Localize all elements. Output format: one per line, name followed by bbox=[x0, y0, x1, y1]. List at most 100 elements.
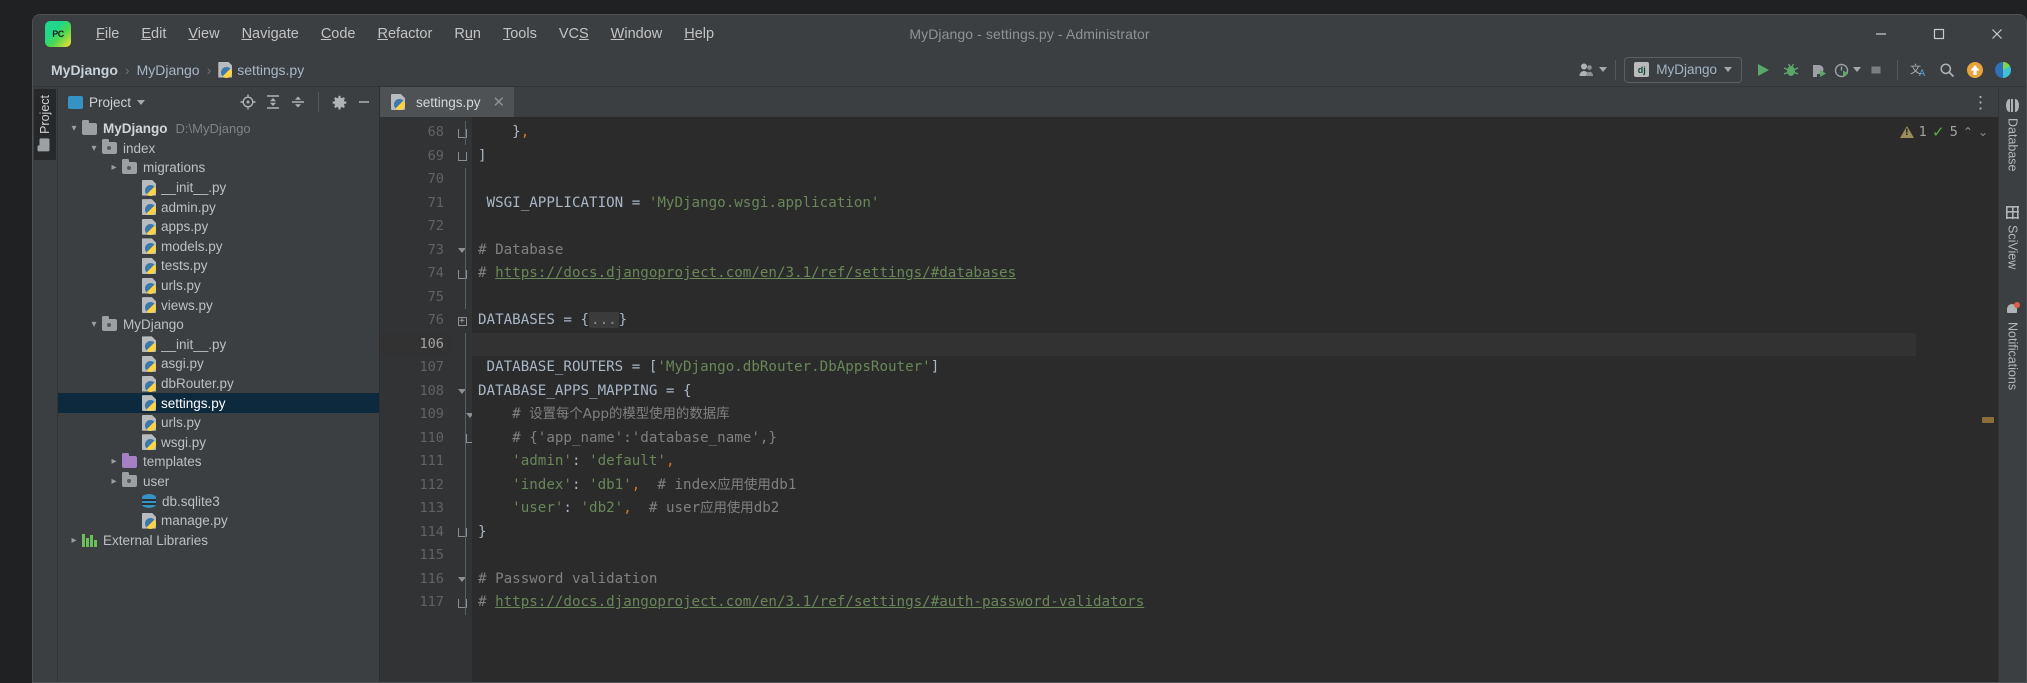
menu-item-vcs[interactable]: VCS bbox=[548, 22, 600, 46]
fold-marker[interactable] bbox=[452, 591, 472, 615]
code-line[interactable]: # {'app_name':'database_name',} bbox=[472, 427, 1916, 451]
menu-item-run[interactable]: Run bbox=[443, 22, 492, 46]
stop-icon[interactable] bbox=[1863, 57, 1889, 83]
tool-window-tab-notifications[interactable]: Notifications bbox=[2003, 299, 2023, 394]
code-line[interactable]: } bbox=[472, 521, 1916, 545]
fold-marker[interactable] bbox=[452, 285, 472, 309]
chevron-down-icon[interactable] bbox=[137, 99, 146, 105]
code-line[interactable]: 'index': 'db1', # index应用使用db1 bbox=[472, 474, 1916, 498]
tree-node-templates[interactable]: templates bbox=[58, 452, 379, 472]
tree-node-index[interactable]: index bbox=[58, 139, 379, 159]
code-line[interactable]: 'admin': 'default', bbox=[472, 450, 1916, 474]
tree-node-__init__-py[interactable]: __init__.py bbox=[58, 335, 379, 355]
tree-expand-arrow-icon[interactable] bbox=[106, 456, 122, 467]
fold-marker[interactable] bbox=[452, 356, 472, 380]
menu-item-code[interactable]: Code bbox=[310, 22, 367, 46]
tree-expand-arrow-icon[interactable] bbox=[86, 319, 102, 330]
tree-node-__init__-py[interactable]: __init__.py bbox=[58, 178, 379, 198]
code-line[interactable]: # https://docs.djangoproject.com/en/3.1/… bbox=[472, 262, 1916, 286]
tree-expand-arrow-icon[interactable] bbox=[106, 476, 122, 487]
locate-icon[interactable] bbox=[237, 91, 259, 113]
minimize-button[interactable] bbox=[1852, 15, 1910, 53]
menu-item-edit[interactable]: Edit bbox=[130, 22, 177, 46]
tree-node-external-libraries[interactable]: External Libraries bbox=[58, 530, 379, 550]
tool-window-tab-database[interactable]: Database bbox=[2003, 95, 2023, 176]
tree-node-settings-py[interactable]: settings.py bbox=[58, 393, 379, 413]
fold-marker[interactable] bbox=[452, 238, 472, 262]
line-number[interactable]: 116 bbox=[380, 568, 452, 592]
run-with-coverage-icon[interactable] bbox=[1806, 57, 1832, 83]
code-line[interactable] bbox=[472, 332, 1916, 356]
tree-node-db-sqlite3[interactable]: db.sqlite3 bbox=[58, 491, 379, 511]
inspection-widget[interactable]: 1 ✓ 5 ⌃ ⌄ bbox=[1899, 123, 1988, 141]
code-line[interactable] bbox=[472, 215, 1916, 239]
menu-item-window[interactable]: Window bbox=[600, 22, 674, 46]
tree-node-urls-py[interactable]: urls.py bbox=[58, 276, 379, 296]
line-number[interactable]: 107 bbox=[380, 356, 452, 380]
code-line[interactable]: DATABASE_ROUTERS = ['MyDjango.dbRouter.D… bbox=[472, 356, 1916, 380]
code-token-lnk[interactable]: https://docs.djangoproject.com/en/3.1/re… bbox=[495, 594, 1144, 610]
code-line[interactable]: 'user': 'db2', # user应用使用db2 bbox=[472, 497, 1916, 521]
fold-marker[interactable] bbox=[452, 544, 472, 568]
line-number[interactable]: 108 bbox=[380, 380, 452, 404]
tree-node-user[interactable]: user bbox=[58, 472, 379, 492]
breadcrumb-item-0[interactable]: MyDjango bbox=[51, 62, 118, 78]
tree-node-models-py[interactable]: models.py bbox=[58, 237, 379, 257]
line-number[interactable]: 74 bbox=[380, 262, 452, 286]
fold-marker[interactable] bbox=[452, 145, 472, 169]
close-button[interactable] bbox=[1968, 15, 2026, 53]
run-configuration-selector[interactable]: dj MyDjango bbox=[1624, 56, 1742, 83]
fold-marker[interactable] bbox=[452, 379, 472, 403]
user-settings-icon[interactable] bbox=[1579, 57, 1608, 83]
tree-expand-arrow-icon[interactable] bbox=[106, 162, 122, 173]
fold-marker[interactable] bbox=[452, 191, 472, 215]
tree-expand-arrow-icon[interactable] bbox=[66, 535, 82, 546]
fold-marker[interactable] bbox=[452, 121, 472, 145]
line-number[interactable]: 110 bbox=[380, 427, 452, 451]
update-icon[interactable] bbox=[1962, 57, 1988, 83]
code-line[interactable]: # Password validation bbox=[472, 568, 1916, 592]
tree-expand-arrow-icon[interactable] bbox=[86, 143, 102, 154]
line-number[interactable]: 111 bbox=[380, 450, 452, 474]
run-icon[interactable] bbox=[1750, 57, 1776, 83]
fold-expand-icon[interactable]: + bbox=[457, 316, 467, 326]
code-token-lnk[interactable]: https://docs.djangoproject.com/en/3.1/re… bbox=[495, 265, 1016, 281]
line-number[interactable]: 69 bbox=[380, 145, 452, 169]
maximize-button[interactable] bbox=[1910, 15, 1968, 53]
breadcrumb-item-2[interactable]: settings.py bbox=[218, 62, 304, 78]
previous-problem-icon[interactable]: ⌃ bbox=[1963, 125, 1973, 139]
tree-node-mydjango[interactable]: MyDjango bbox=[58, 315, 379, 335]
fold-marker[interactable] bbox=[452, 332, 472, 356]
project-tree[interactable]: MyDjango D:\MyDjango index migrations __init… bbox=[58, 117, 379, 682]
line-number[interactable]: 113 bbox=[380, 497, 452, 521]
ide-feature-icon[interactable] bbox=[1990, 57, 2016, 83]
line-number[interactable]: 71 bbox=[380, 192, 452, 216]
fold-marker[interactable] bbox=[452, 450, 472, 474]
code-line[interactable] bbox=[472, 168, 1916, 192]
tree-node-views-py[interactable]: views.py bbox=[58, 295, 379, 315]
editor-tab-settings-py[interactable]: settings.py ✕ bbox=[380, 87, 515, 117]
code-line[interactable]: # https://docs.djangoproject.com/en/3.1/… bbox=[472, 591, 1916, 615]
fold-marker[interactable]: + bbox=[452, 309, 472, 333]
fold-marker[interactable] bbox=[452, 473, 472, 497]
settings-icon[interactable] bbox=[328, 91, 350, 113]
search-everywhere-icon[interactable] bbox=[1934, 57, 1960, 83]
line-number[interactable]: 68 bbox=[380, 121, 452, 145]
collapse-all-icon[interactable] bbox=[287, 91, 309, 113]
debug-icon[interactable] bbox=[1778, 57, 1804, 83]
line-number[interactable]: 76 bbox=[380, 309, 452, 333]
line-number[interactable]: 70 bbox=[380, 168, 452, 192]
fold-marker[interactable] bbox=[452, 215, 472, 239]
translate-icon[interactable]: 文 A bbox=[1906, 57, 1932, 83]
tool-window-tab-project[interactable]: Project bbox=[34, 89, 56, 160]
menu-item-file[interactable]: File bbox=[85, 22, 130, 46]
tree-node-tests-py[interactable]: tests.py bbox=[58, 256, 379, 276]
breadcrumb-item-1[interactable]: MyDjango bbox=[137, 62, 200, 78]
tree-node-dbrouter-py[interactable]: dbRouter.py bbox=[58, 374, 379, 394]
tree-node-mydjango[interactable]: MyDjango D:\MyDjango bbox=[58, 119, 379, 139]
code-line[interactable] bbox=[472, 286, 1916, 310]
code-line[interactable]: ] bbox=[472, 145, 1916, 169]
tree-node-asgi-py[interactable]: asgi.py bbox=[58, 354, 379, 374]
code-line[interactable] bbox=[472, 544, 1916, 568]
fold-marker[interactable] bbox=[452, 262, 472, 286]
